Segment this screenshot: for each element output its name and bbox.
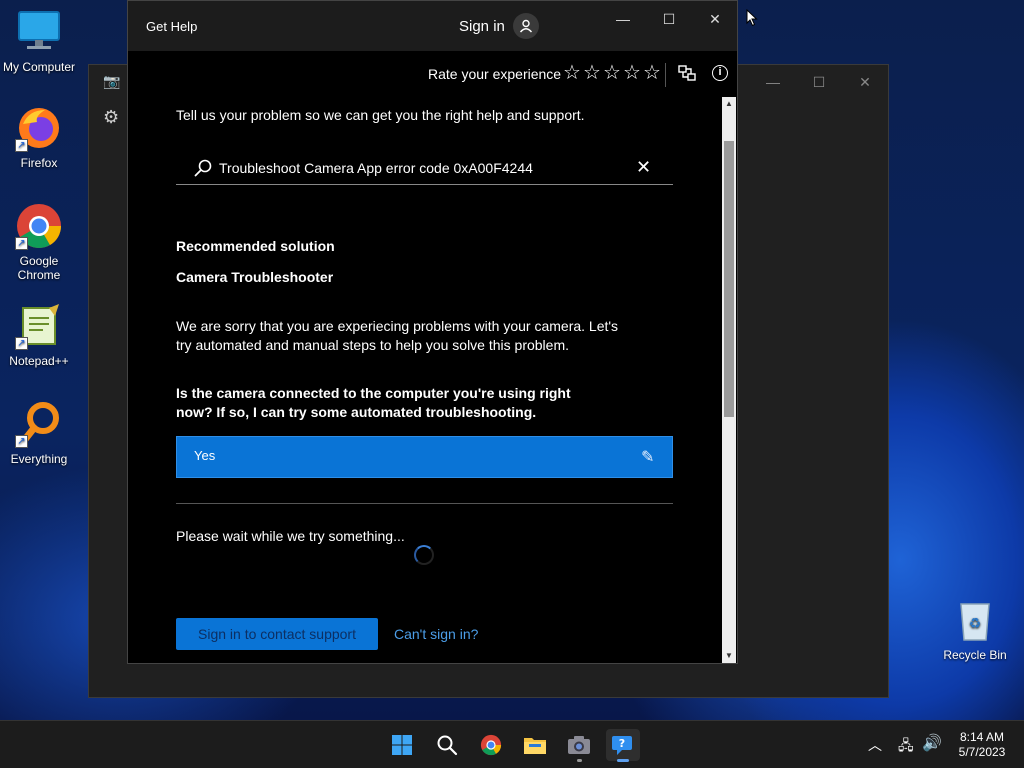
rate-label: Rate your experience — [428, 66, 562, 82]
app-title: Get Help — [146, 19, 198, 34]
taskbar-get-help-button[interactable]: ? — [606, 729, 640, 762]
answer-label: Yes — [194, 448, 216, 463]
shortcut-arrow-icon: ↗ — [15, 337, 28, 350]
user-icon[interactable] — [513, 13, 539, 39]
clock-time: 8:14 AM — [959, 730, 1005, 744]
taskbar: ? ︿ 🖧 🔊 8:14 AM 5/7/2023 — [0, 720, 1024, 768]
camera-icon — [568, 736, 590, 754]
monitor-icon — [15, 8, 63, 56]
close-icon[interactable]: ✕ — [692, 9, 738, 29]
desktop-icon-label: Google Chrome — [17, 254, 61, 282]
clock[interactable]: 8:14 AM 5/7/2023 — [950, 730, 1014, 760]
volume-icon[interactable]: 🔊 — [922, 733, 942, 753]
title-bar: Get Help Sign in — ☐ ✕ — [128, 1, 737, 51]
taskbar-search-button[interactable] — [430, 729, 464, 761]
chrome-icon: ↗ — [15, 202, 63, 250]
network-icon[interactable]: 🖧 — [898, 735, 914, 759]
folder-icon — [524, 738, 546, 754]
loading-spinner-icon — [414, 545, 434, 565]
taskbar-file-explorer-button[interactable] — [518, 729, 552, 761]
desktop-icon-everything[interactable]: ↗ Everything — [0, 400, 78, 466]
maximize-icon[interactable]: ☐ — [646, 9, 692, 29]
desktop-icon-label: Everything — [10, 452, 68, 466]
troubleshoot-question: Is the camera connected to the computer … — [176, 385, 571, 420]
svg-text:♻: ♻ — [969, 616, 982, 632]
magnifier-icon: ↗ — [15, 400, 63, 448]
desktop-icon-label: Recycle Bin — [943, 648, 1007, 662]
sign-in-link[interactable]: Sign in — [459, 18, 505, 35]
star-icon[interactable]: ☆ — [562, 62, 582, 84]
recommended-label: Recommended solution — [176, 238, 335, 254]
cant-sign-in-link[interactable]: Can't sign in? — [394, 626, 478, 642]
intro-text: Tell us your problem so we can get you t… — [176, 107, 585, 123]
rating-bar: Rate your experience ☆ ☆ ☆ ☆ ☆ i — [128, 59, 737, 89]
desktop-icon-label: Notepad++ — [9, 354, 69, 368]
contact-support-button[interactable]: Sign in to contact support — [176, 618, 378, 650]
star-icon[interactable]: ☆ — [582, 62, 602, 84]
minimize-icon[interactable]: — — [750, 65, 796, 99]
star-icon[interactable]: ☆ — [642, 62, 662, 84]
edit-icon[interactable]: ✎ — [641, 447, 654, 467]
desktop-icon-label: My Computer — [2, 60, 76, 74]
search-input[interactable]: Troubleshoot Camera App error code 0xA00… — [176, 153, 673, 185]
search-value: Troubleshoot Camera App error code 0xA00… — [219, 160, 533, 176]
start-button[interactable] — [385, 729, 419, 761]
running-indicator — [577, 759, 582, 762]
clear-icon[interactable]: ✕ — [636, 156, 651, 178]
search-icon — [437, 735, 458, 756]
solution-title: Camera Troubleshooter — [176, 269, 334, 285]
svg-text:?: ? — [619, 737, 625, 750]
star-rating: ☆ ☆ ☆ ☆ ☆ — [562, 62, 662, 84]
shortcut-arrow-icon: ↗ — [15, 435, 28, 448]
taskbar-camera-button[interactable] — [562, 729, 596, 762]
chevron-up-icon[interactable]: ︿ — [868, 735, 882, 755]
windows-logo-icon — [392, 735, 412, 755]
mouse-cursor-icon — [746, 8, 758, 27]
divider — [665, 63, 666, 87]
gear-icon[interactable]: ⚙ — [103, 107, 119, 128]
shortcut-arrow-icon: ↗ — [15, 237, 28, 250]
desktop-icon-my-computer[interactable]: My Computer — [0, 8, 78, 74]
taskbar-chrome-button[interactable] — [474, 729, 508, 761]
minimize-icon[interactable]: — — [600, 9, 646, 29]
desktop-icon-chrome[interactable]: ↗ Google Chrome — [0, 202, 78, 282]
firefox-icon: ↗ — [15, 104, 63, 152]
divider — [176, 503, 673, 504]
desktop-icon-recycle-bin[interactable]: ♻ Recycle Bin — [936, 596, 1014, 662]
star-icon[interactable]: ☆ — [602, 62, 622, 84]
solution-description: We are sorry that you are experiecing pr… — [176, 318, 619, 353]
get-help-icon: ? — [612, 736, 632, 755]
desktop-icon-firefox[interactable]: ↗ Firefox — [0, 104, 78, 170]
get-help-window: Get Help Sign in — ☐ ✕ Rate your experie… — [127, 0, 738, 664]
desktop-icon-notepad[interactable]: ↗ Notepad++ — [0, 302, 78, 368]
wait-message: Please wait while we try something... — [176, 528, 405, 544]
scroll-up-icon[interactable]: ▲ — [722, 97, 736, 111]
maximize-icon[interactable]: ☐ — [796, 65, 842, 99]
chrome-icon — [480, 734, 502, 756]
scroll-down-icon[interactable]: ▼ — [722, 649, 736, 663]
close-icon[interactable]: ✕ — [842, 65, 888, 99]
answer-yes-button[interactable]: Yes ✎ — [176, 436, 673, 478]
share-icon[interactable] — [677, 63, 697, 83]
info-icon[interactable]: i — [712, 65, 728, 81]
clock-date: 5/7/2023 — [958, 745, 1006, 759]
recycle-bin-icon: ♻ — [951, 596, 999, 644]
scroll-thumb[interactable] — [724, 141, 734, 417]
scrollbar[interactable]: ▲ ▼ — [722, 97, 736, 663]
shortcut-arrow-icon: ↗ — [15, 139, 28, 152]
notepad-plus-plus-icon: ↗ — [15, 302, 63, 350]
search-icon — [194, 159, 212, 177]
star-icon[interactable]: ☆ — [622, 62, 642, 84]
camera-icon: 📷 — [103, 73, 121, 89]
desktop-icon-label: Firefox — [20, 156, 58, 170]
active-indicator — [617, 759, 629, 762]
